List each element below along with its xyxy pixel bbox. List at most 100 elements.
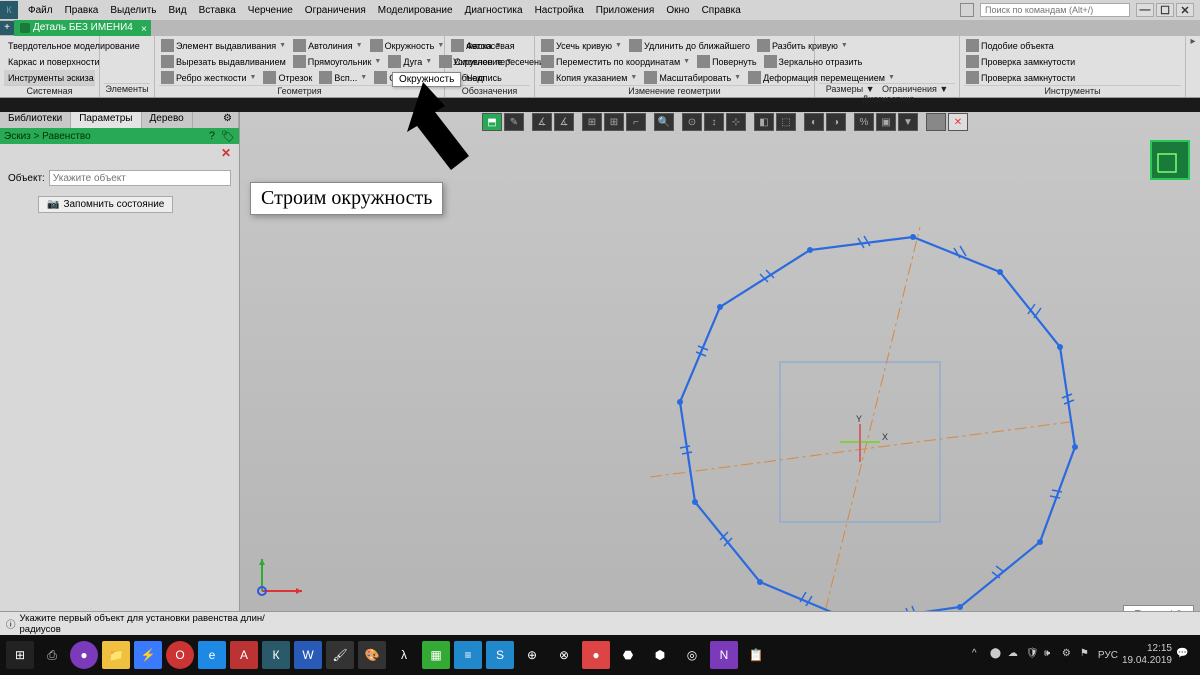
tray-notif-icon[interactable]: 💬 xyxy=(1176,648,1190,662)
tb-app[interactable]: ▦ xyxy=(422,641,450,669)
rib-aux[interactable]: Всп...▼ xyxy=(317,70,369,85)
menu-apps[interactable]: Приложения xyxy=(596,5,655,16)
vt-icon[interactable]: ◑ xyxy=(826,113,846,131)
rib-circle[interactable]: Окружность▼ xyxy=(368,38,447,53)
vt-close-icon[interactable]: ✕ xyxy=(948,113,968,131)
menu-constraints[interactable]: Ограничения xyxy=(305,5,366,16)
tray-lang[interactable]: РУС xyxy=(1098,650,1118,661)
vt-icon[interactable]: ∡ xyxy=(554,113,574,131)
tb-app[interactable]: ⬢ xyxy=(646,641,674,669)
new-tab-button[interactable]: + xyxy=(0,21,14,35)
rib-solid[interactable]: Твердотельное моделирование xyxy=(4,38,95,53)
close-button[interactable]: ✕ xyxy=(1176,3,1194,17)
rib-sketch-tools[interactable]: Инструменты эскиза xyxy=(4,70,95,85)
vt-icon[interactable]: 🔍 xyxy=(654,113,674,131)
tb-app[interactable]: W xyxy=(294,641,322,669)
tb-app[interactable]: ● xyxy=(70,641,98,669)
tb-app[interactable]: ⬣ xyxy=(614,641,642,669)
vt-icon[interactable]: ∡ xyxy=(532,113,552,131)
vt-icon[interactable]: ⊹ xyxy=(726,113,746,131)
tb-app[interactable]: К xyxy=(262,641,290,669)
command-search[interactable] xyxy=(980,3,1130,17)
object-input[interactable] xyxy=(49,170,231,186)
rib-copy[interactable]: Копия указанием▼ xyxy=(539,70,639,85)
rib-condint[interactable]: Условное пересечение xyxy=(449,54,530,69)
menu-window[interactable]: Окно xyxy=(666,5,689,16)
vt-icon[interactable]: ▼ xyxy=(898,113,918,131)
vt-icon[interactable]: ⊞ xyxy=(604,113,624,131)
rib-autoline[interactable]: Автолиния▼ xyxy=(291,38,365,53)
pin-icon[interactable]: 🏷 xyxy=(221,130,235,143)
vt-icon[interactable]: ⊙ xyxy=(682,113,702,131)
tray-clock[interactable]: 12:1519.04.2019 xyxy=(1122,643,1172,667)
tray-icon[interactable]: ⚙ xyxy=(1062,648,1076,662)
menu-diag[interactable]: Диагностика xyxy=(465,5,523,16)
tray-icon[interactable]: ⬤ xyxy=(990,648,1004,662)
vt-icon[interactable]: ◐ xyxy=(804,113,824,131)
tab-tree[interactable]: Дерево xyxy=(142,112,193,128)
tb-app[interactable]: ⚡ xyxy=(134,641,162,669)
menu-edit[interactable]: Правка xyxy=(65,5,99,16)
app-icon[interactable]: К xyxy=(0,1,18,19)
gear-icon[interactable]: ⚙ xyxy=(217,112,239,128)
rib-closed[interactable]: Проверка замкнутости xyxy=(964,54,1181,69)
panel-close[interactable]: ✕ xyxy=(0,144,239,162)
rib-wire[interactable]: Каркас и поверхности xyxy=(4,54,95,69)
layout-icon[interactable] xyxy=(960,3,974,17)
tb-app[interactable]: 🖌 xyxy=(326,641,354,669)
doc-tab[interactable]: Деталь БЕЗ ИМЕНИ4 × xyxy=(14,20,151,36)
tb-app[interactable]: λ xyxy=(390,641,418,669)
tab-params[interactable]: Параметры xyxy=(71,112,141,128)
tb-app[interactable]: A xyxy=(230,641,258,669)
tb-app[interactable]: S xyxy=(486,641,514,669)
vt-icon[interactable]: ↕ xyxy=(704,113,724,131)
vt-icon[interactable] xyxy=(926,113,946,131)
tray-icon[interactable]: 🕪 xyxy=(1044,648,1058,662)
menu-settings[interactable]: Настройка xyxy=(535,5,584,16)
ribbon-collapse[interactable]: ▸ xyxy=(1186,36,1200,97)
vt-icon[interactable]: ◧ xyxy=(754,113,774,131)
tb-app[interactable]: ≡ xyxy=(454,641,482,669)
tb-app[interactable]: e xyxy=(198,641,226,669)
rib-arc[interactable]: Дуга▼ xyxy=(386,54,434,69)
start-button[interactable]: ⊞ xyxy=(6,641,34,669)
menu-insert[interactable]: Вставка xyxy=(199,5,236,16)
vt-icon[interactable]: ✎ xyxy=(504,113,524,131)
tb-app[interactable]: ● xyxy=(582,641,610,669)
tray-icon[interactable]: 🛡 xyxy=(1026,648,1040,662)
rib-cut[interactable]: Вырезать выдавливанием xyxy=(159,54,288,69)
tab-libraries[interactable]: Библиотеки xyxy=(0,112,71,128)
system-tray[interactable]: ^ ⬤ ☁ 🛡 🕪 ⚙ ⚑ РУС 12:1519.04.2019 💬 xyxy=(972,643,1196,667)
tb-app[interactable]: ⊗ xyxy=(550,641,578,669)
minimize-button[interactable]: — xyxy=(1136,3,1154,17)
rib-scale[interactable]: Масштабировать▼ xyxy=(642,70,743,85)
rib-similar[interactable]: Подобие объекта xyxy=(964,38,1181,53)
tb-app[interactable]: ⊕ xyxy=(518,641,546,669)
tray-icon[interactable]: ^ xyxy=(972,648,986,662)
tray-icon[interactable]: ☁ xyxy=(1008,648,1022,662)
rib-extrude[interactable]: Элемент выдавливания▼ xyxy=(159,38,288,53)
rib-trim[interactable]: Усечь кривую▼ xyxy=(539,38,624,53)
rib-rib[interactable]: Ребро жесткости▼ xyxy=(159,70,258,85)
tb-app[interactable]: N xyxy=(710,641,738,669)
vt-icon[interactable]: % xyxy=(854,113,874,131)
rib-move[interactable]: Переместить по координатам▼ xyxy=(539,54,692,69)
rib-extend[interactable]: Удлинить до ближайшего xyxy=(627,38,752,53)
tb-app[interactable]: 🎨 xyxy=(358,641,386,669)
rib-autoaxis[interactable]: Автоосевая xyxy=(449,38,530,53)
menu-help[interactable]: Справка xyxy=(702,5,741,16)
rib-line[interactable]: Отрезок xyxy=(261,70,314,85)
tb-app[interactable]: 📋 xyxy=(742,641,770,669)
vt-icon[interactable]: ▣ xyxy=(876,113,896,131)
vt-icon[interactable]: ⌐ xyxy=(626,113,646,131)
vt-icon[interactable]: ⬚ xyxy=(776,113,796,131)
rib-rect[interactable]: Прямоугольник▼ xyxy=(291,54,384,69)
menu-select[interactable]: Выделить xyxy=(110,5,156,16)
menu-view[interactable]: Вид xyxy=(169,5,187,16)
vt-icon[interactable]: ⬒ xyxy=(482,113,502,131)
vt-icon[interactable]: ⊞ xyxy=(582,113,602,131)
tb-app[interactable]: ◎ xyxy=(678,641,706,669)
menu-modeling[interactable]: Моделирование xyxy=(378,5,453,16)
tray-icon[interactable]: ⚑ xyxy=(1080,648,1094,662)
viewcube[interactable] xyxy=(1150,140,1190,180)
